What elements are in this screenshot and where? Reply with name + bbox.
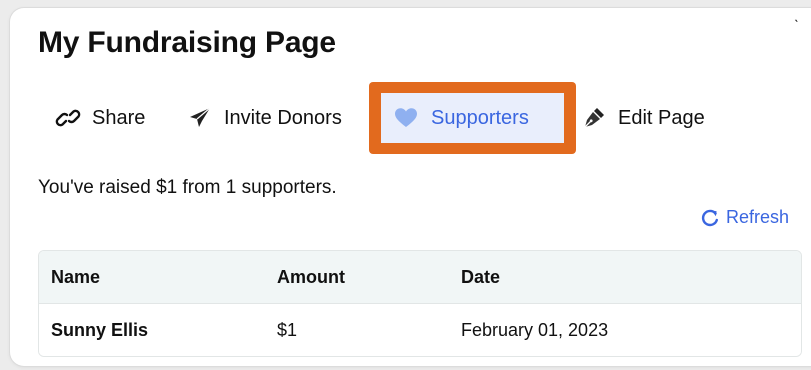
link-icon	[54, 106, 82, 130]
raised-summary: You've raised $1 from 1 supporters.	[38, 177, 337, 199]
tab-supporters-label: Supporters	[431, 106, 529, 129]
raised-suffix: supporters.	[236, 177, 337, 198]
tab-edit-page[interactable]: Edit Page	[580, 82, 705, 154]
header-name: Name	[51, 267, 101, 287]
tab-share[interactable]: Share	[54, 82, 145, 154]
page-title: My Fundraising Page	[38, 26, 336, 59]
tab-share-label: Share	[92, 106, 146, 129]
refresh-label: Refresh	[726, 207, 790, 227]
tab-supporters[interactable]: Supporters	[381, 93, 564, 143]
table-header: Name Amount Date	[39, 251, 801, 304]
header-amount: Amount	[277, 267, 345, 287]
raised-count: 1	[225, 177, 237, 198]
table-row: Sunny Ellis $1 February 01, 2023	[39, 304, 801, 356]
highlight-box: Supporters	[369, 82, 576, 154]
paper-plane-icon	[186, 106, 214, 130]
row-date: February 01, 2023	[461, 320, 609, 340]
tab-bar: Share Invite Donors Supporters Edit Page	[0, 82, 811, 154]
row-amount: $1	[277, 320, 298, 340]
raised-amount: $1	[156, 177, 178, 198]
pen-icon	[580, 106, 608, 130]
tab-invite-donors[interactable]: Invite Donors	[186, 82, 342, 154]
raised-prefix: You've raised	[38, 177, 157, 198]
supporters-table: Name Amount Date Sunny Ellis $1 February…	[38, 250, 802, 357]
header-date: Date	[461, 267, 501, 287]
raised-middle: from	[177, 177, 226, 198]
heart-icon	[393, 106, 419, 130]
tab-edit-page-label: Edit Page	[618, 106, 705, 129]
row-name: Sunny Ellis	[51, 320, 149, 340]
refresh-button[interactable]: Refresh	[700, 207, 789, 228]
tab-invite-donors-label: Invite Donors	[224, 106, 342, 129]
refresh-icon	[700, 208, 720, 228]
corner-mark: ˎ	[794, 6, 800, 23]
